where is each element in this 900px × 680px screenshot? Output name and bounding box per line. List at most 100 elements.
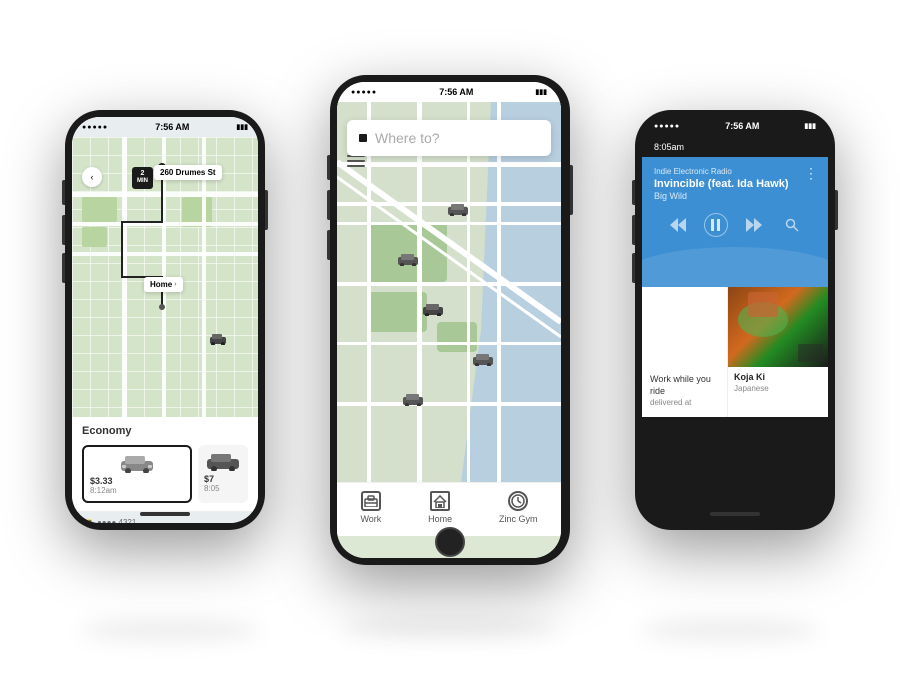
rewind-button[interactable] (666, 213, 690, 237)
left-phone-inner: ●●●●● 7:56 AM ▮▮▮ (72, 117, 258, 523)
right-phone-inner: ●●●●● 7:56 AM ▮▮▮ 8:05am ⋮ Indie Electro… (642, 117, 828, 523)
left-phone-shadow (80, 620, 260, 640)
scene: ●●●●● 7:56 AM ▮▮▮ (0, 0, 900, 680)
nav-work-label: Work (360, 514, 381, 524)
right-power-button (265, 190, 268, 230)
left-status-bar: ●●●●● 7:56 AM ▮▮▮ (72, 117, 258, 137)
home-icon (430, 491, 450, 511)
music-player: ⋮ Indie Electronic Radio Invincible (fea… (642, 157, 828, 287)
right-battery: ▮▮▮ (804, 122, 816, 130)
left-map: ‹ 2 MIN 260 Drumes St Home › (72, 137, 258, 417)
hamburger-line-2 (347, 160, 365, 162)
right-speaker (710, 512, 760, 516)
left-vol-up-button (62, 215, 65, 245)
music-info: Indie Electronic Radio Invincible (feat.… (654, 167, 816, 201)
card1-time: 8:12am (90, 486, 184, 495)
right-phone-screen: ●●●●● 7:56 AM ▮▮▮ 8:05am ⋮ Indie Electro… (642, 117, 828, 523)
music-artist: Big Wild (654, 191, 816, 201)
left-phone-screen: ●●●●● 7:56 AM ▮▮▮ (72, 117, 258, 523)
center-battery: ▮▮▮ (535, 88, 547, 96)
food-card-title: Koja Ki (734, 372, 822, 382)
center-status-bar: ●●●●● 7:56 AM ▮▮▮ (337, 82, 561, 102)
economy-card-2[interactable]: $7 8:05 (198, 445, 248, 503)
right-signal: ●●●●● (654, 123, 680, 130)
music-channel: Indie Electronic Radio (654, 167, 816, 176)
center-left-button-top (327, 155, 330, 180)
card2-price: $7 (204, 474, 242, 484)
nav-item-home[interactable]: Home (428, 491, 452, 524)
economy-cards: $3.33 8:12am $7 8:05 (82, 445, 248, 503)
left-signal: ●●●●● (82, 124, 108, 131)
center-right-button (570, 165, 573, 215)
cards-section: Work while you ride delivered at (642, 287, 828, 417)
where-to-search[interactable]: Where to? (347, 120, 551, 156)
center-left-button-mid (327, 190, 330, 220)
clock-icon (508, 491, 528, 511)
nav-item-zinc-gym[interactable]: Zinc Gym (499, 491, 538, 524)
nav-zinc-gym-label: Zinc Gym (499, 514, 538, 524)
food-card-image (728, 287, 828, 367)
car-marker-left (208, 332, 228, 350)
eta-badge: 2 MIN (132, 167, 153, 189)
music-title: Invincible (feat. Ida Hawk) (654, 178, 816, 190)
card1-price: $3.33 (90, 476, 184, 486)
center-phone: ●●●●● 7:56 AM ▮▮▮ (330, 75, 570, 565)
briefcase-icon (361, 491, 381, 511)
nav-item-work[interactable]: Work (360, 491, 381, 524)
search-music-button[interactable] (780, 213, 804, 237)
food-card-koja[interactable]: Koja Ki Japanese (728, 287, 828, 417)
car-marker-c3 (422, 302, 444, 321)
diagonal-road-svg (337, 102, 561, 482)
sub-status-bar: 8:05am (642, 135, 828, 157)
left-silent-button (62, 180, 65, 205)
payment-info: ●●●● 4321 (97, 518, 136, 523)
center-phone-shadow (340, 618, 560, 638)
fast-forward-button[interactable] (742, 213, 766, 237)
center-phone-screen: ●●●●● 7:56 AM ▮▮▮ (337, 82, 561, 558)
hamburger-line-3 (347, 165, 365, 167)
economy-title: Economy (82, 425, 248, 437)
music-controls (654, 213, 816, 237)
center-phone-inner: ●●●●● 7:56 AM ▮▮▮ (337, 82, 561, 558)
left-battery: ▮▮▮ (236, 123, 248, 131)
right-time: 7:56 AM (725, 121, 759, 131)
right-status-bar: ●●●●● 7:56 AM ▮▮▮ (642, 117, 828, 135)
economy-card-1[interactable]: $3.33 8:12am (82, 445, 192, 503)
back-button[interactable]: ‹ (82, 167, 102, 187)
right-sub-time: 8:05am (654, 142, 684, 152)
food-card-body: Koja Ki Japanese (728, 367, 828, 417)
food-card-sub: Japanese (734, 384, 822, 393)
right-phone-left-mid (632, 215, 635, 245)
center-signal: ●●●●● (351, 89, 377, 96)
car-marker-c2 (447, 202, 469, 221)
address-badge: 260 Drumes St (154, 165, 222, 180)
economy-section: Economy $3.33 (72, 417, 258, 511)
center-home-button[interactable] (435, 527, 465, 557)
right-phone-left-bot (632, 253, 635, 283)
left-speaker (140, 512, 190, 516)
car-marker-c1 (397, 252, 419, 271)
right-phone-shadow (640, 620, 820, 640)
car-marker-c4 (472, 352, 494, 371)
location-dot (359, 134, 367, 142)
work-while-text: Work while you ride delivered at (650, 374, 719, 409)
right-phone-power-button (835, 190, 838, 230)
center-map: Where to? (337, 102, 561, 482)
car-marker-c5 (402, 392, 424, 411)
car-icon-2 (205, 451, 241, 471)
car-icon-1 (119, 453, 155, 473)
home-badge[interactable]: Home › (144, 277, 183, 292)
left-time: 7:56 AM (155, 122, 189, 132)
right-phone: ●●●●● 7:56 AM ▮▮▮ 8:05am ⋮ Indie Electro… (635, 110, 835, 530)
play-pause-button[interactable] (704, 213, 728, 237)
card2-time: 8:05 (204, 484, 242, 493)
food-decoration-3 (798, 344, 823, 362)
right-phone-left-top (632, 180, 635, 205)
food-decoration-2 (748, 292, 778, 317)
work-while-card[interactable]: Work while you ride delivered at (642, 287, 728, 417)
left-phone: ●●●●● 7:56 AM ▮▮▮ (65, 110, 265, 530)
where-to-placeholder: Where to? (375, 130, 440, 146)
center-left-button-bot (327, 230, 330, 260)
credit-card-icon: 💳 (82, 518, 92, 523)
nav-home-label: Home (428, 514, 452, 524)
